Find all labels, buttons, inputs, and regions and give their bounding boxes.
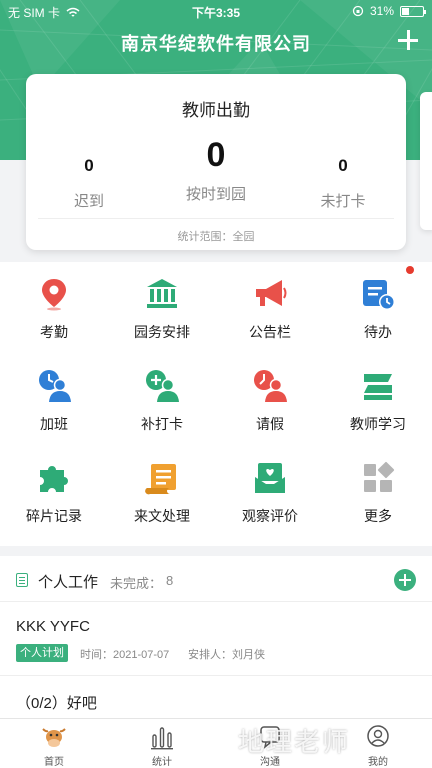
stat-value: 0	[206, 136, 226, 174]
attendance-card[interactable]: 教师出勤 0 迟到 0 按时到园 0 未打卡 统计范围：全园	[26, 74, 406, 250]
tab-label: 统计	[152, 757, 172, 768]
grid-item-overtime[interactable]: 加班	[0, 354, 108, 444]
grid-item-leave[interactable]: 请假	[216, 354, 324, 444]
stack-icon	[364, 374, 392, 400]
section-title: 个人工作	[38, 574, 99, 591]
watermark: 地理老师	[238, 727, 351, 757]
puzzle-icon	[40, 466, 68, 492]
grid-item-notice[interactable]: 公告栏	[216, 262, 324, 352]
add-task-button[interactable]	[394, 569, 416, 591]
task-tag: 个人计划	[16, 644, 68, 662]
next-card-peek[interactable]	[420, 92, 432, 230]
grid-item-affairs[interactable]: 园务安排	[108, 262, 216, 352]
personal-work-section: 个人工作 未完成： 8 KKK YYFC 个人计划 时间：2021-07-07 …	[0, 556, 432, 718]
grid-item-supplement[interactable]: 补打卡	[108, 354, 216, 444]
grid-item-todo[interactable]: 待办	[324, 262, 432, 352]
stat-on-time[interactable]: 0 按时到园	[156, 136, 276, 204]
grid-item-label: 教师学习	[350, 416, 406, 432]
add-user-icon	[146, 370, 179, 402]
plus-icon[interactable]	[394, 26, 422, 54]
task-time: 时间：2021-07-07	[80, 649, 170, 661]
user-icon	[367, 725, 389, 747]
tab-home[interactable]: 首页	[0, 719, 108, 768]
battery-icon	[400, 5, 426, 17]
task-assigner: 安排人：刘月侠	[188, 649, 265, 661]
stat-value: 0	[84, 156, 94, 175]
grid-item-label: 观察评价	[242, 508, 298, 524]
bar-chart-icon	[151, 727, 173, 750]
unread-badge	[406, 266, 414, 274]
stat-late[interactable]: 0 迟到	[29, 156, 149, 211]
stat-label: 按时到园	[185, 186, 246, 203]
overtime-user-icon	[39, 370, 71, 402]
grid-item-label: 补打卡	[141, 416, 183, 432]
cow-icon	[42, 728, 66, 747]
grid-item-label: 公告栏	[249, 324, 291, 340]
stat-not-clocked[interactable]: 0 未打卡	[283, 156, 403, 211]
orientation-lock-icon	[352, 5, 364, 17]
grid-item-label: 碎片记录	[26, 508, 82, 524]
grid-item-label: 待办	[364, 324, 392, 340]
stat-value: 0	[338, 156, 348, 175]
grid-item-documents[interactable]: 来文处理	[108, 446, 216, 536]
task-item[interactable]: KKK YYFC 个人计划 时间：2021-07-07 安排人：刘月侠	[0, 602, 432, 676]
function-grid: 考勤 园务安排 公告栏 待办 加班 补打卡 请假 教师学习 碎片记录 来文处理 …	[0, 262, 432, 546]
more-apps-icon	[364, 461, 395, 492]
grid-item-observation[interactable]: 观察评价	[216, 446, 324, 536]
tab-stats[interactable]: 统计	[108, 719, 216, 768]
list-icon	[16, 573, 28, 587]
pending-label: 未完成：	[110, 576, 163, 591]
page-title: 南京华绽软件有限公司	[121, 34, 311, 54]
attendance-title: 教师出勤	[182, 101, 250, 120]
grid-item-label: 考勤	[40, 324, 68, 340]
task-title[interactable]: （0/2）好吧	[16, 692, 97, 713]
grid-item-label: 更多	[364, 508, 392, 524]
nav-bar: 南京华绽软件有限公司	[0, 26, 432, 58]
grid-item-fragments[interactable]: 碎片记录	[0, 446, 108, 536]
bank-icon	[147, 279, 177, 308]
location-pin-icon	[42, 279, 66, 311]
stat-label: 未打卡	[320, 193, 366, 210]
pending-count: 8	[166, 573, 174, 588]
megaphone-icon	[256, 280, 287, 306]
heart-inbox-icon	[255, 463, 285, 493]
grid-item-label: 请假	[256, 416, 284, 432]
grid-item-study[interactable]: 教师学习	[324, 354, 432, 444]
status-bar: 无 SIM 卡 下午3:35 31%	[0, 0, 432, 22]
grid-item-label: 加班	[40, 416, 68, 432]
grid-item-more[interactable]: 更多	[324, 446, 432, 536]
task-title: KKK YYFC	[16, 618, 90, 635]
grid-item-label: 园务安排	[134, 324, 190, 340]
stat-label: 迟到	[73, 193, 104, 210]
tab-label: 首页	[44, 757, 64, 768]
leave-user-icon	[254, 370, 287, 402]
grid-item-attendance[interactable]: 考勤	[0, 262, 108, 352]
attendance-scope: 统计范围：全园	[177, 231, 255, 243]
grid-item-label: 来文处理	[134, 508, 190, 524]
section-header: 个人工作 未完成： 8	[0, 556, 432, 602]
todo-clock-icon	[363, 280, 395, 310]
divider	[38, 218, 394, 219]
scroll-icon	[145, 464, 176, 495]
tab-bar: 首页 统计 沟通 我的	[0, 718, 432, 768]
battery-percent: 31%	[369, 4, 394, 18]
